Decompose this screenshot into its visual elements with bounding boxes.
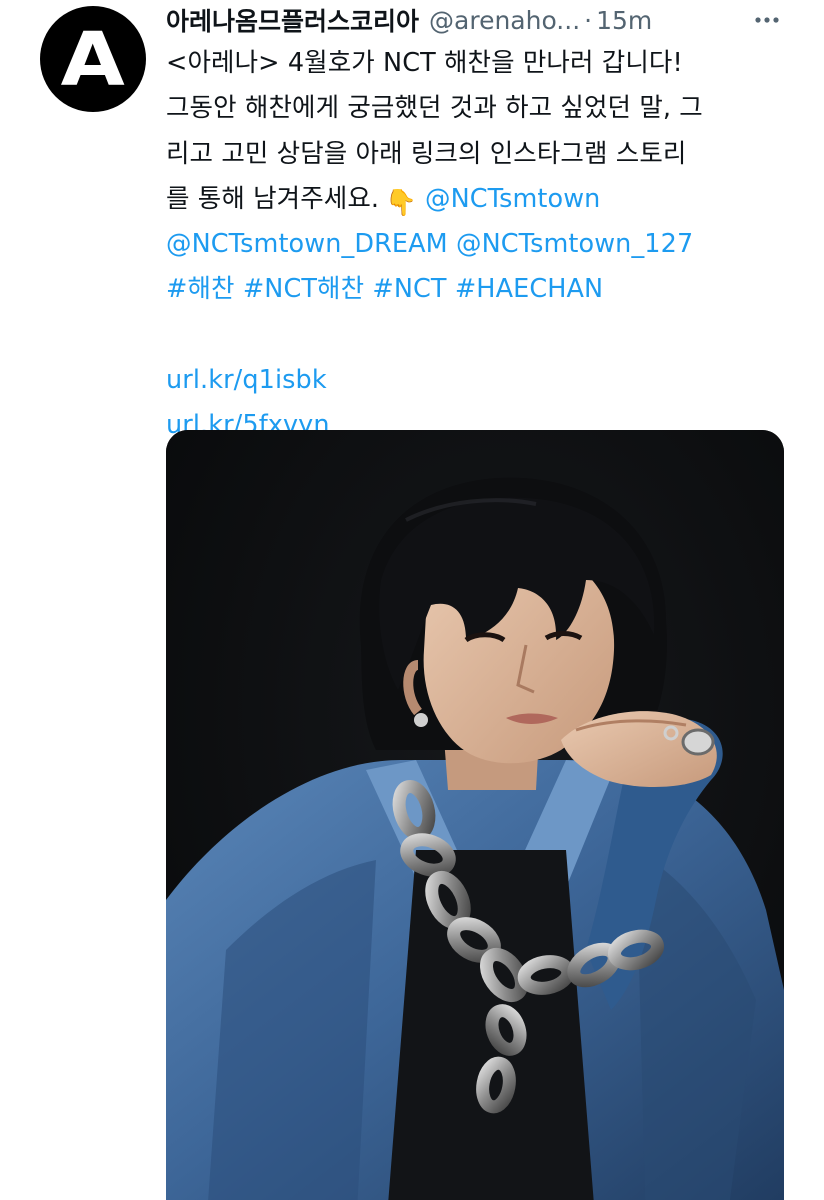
separator-dot: · (584, 5, 593, 35)
tweet-timestamp[interactable]: 15m (596, 6, 652, 35)
tweet-line: 그동안 해찬에게 궁금했던 것과 하고 싶었던 말, 그 (166, 93, 703, 124)
more-options-button[interactable] (752, 6, 782, 34)
hashtag-link[interactable]: #HAECHAN (455, 274, 603, 304)
tweet-photo[interactable] (166, 430, 784, 1200)
tweet[interactable]: A 아레나옴므플러스코리아 @arenaho... · 15m <아레나> 4월… (0, 0, 824, 1200)
photo-illustration (166, 430, 784, 1200)
user-handle[interactable]: @arenaho... (429, 6, 580, 35)
display-name[interactable]: 아레나옴므플러스코리아 (166, 2, 419, 38)
avatar-letter: A (60, 17, 126, 103)
mention-link[interactable]: @NCTsmtown_DREAM (166, 229, 448, 259)
avatar[interactable]: A (40, 6, 146, 112)
hashtag-link[interactable]: #해찬 (166, 274, 235, 304)
more-icon (754, 16, 780, 24)
tweet-line: url.kr/q1isbk (166, 358, 796, 403)
tweet-header: 아레나옴므플러스코리아 @arenaho... · 15m (166, 2, 782, 38)
tweet-line: @NCTsmtown_DREAM @NCTsmtown_127 (166, 222, 796, 267)
tweet-line: 를 통해 남겨주세요. 👇 @NCTsmtown (166, 177, 796, 222)
mention-link[interactable]: @NCTsmtown_127 (456, 229, 693, 259)
mention-link[interactable]: @NCTsmtown (425, 184, 600, 214)
tweet-line-text: 를 통해 남겨주세요. (166, 183, 380, 214)
tweet-line: #해찬 #NCT해찬 #NCT #HAECHAN (166, 267, 796, 312)
pointing-down-icon: 👇 (385, 187, 417, 218)
hashtag-link[interactable]: #NCT해찬 (243, 274, 364, 304)
tweet-line: 리고 고민 상담을 아래 링크의 인스타그램 스토리 (166, 138, 687, 169)
tweet-text: <아레나> 4월호가 NCT 해찬을 만나러 갑니다! 그동안 해찬에게 궁금했… (166, 41, 796, 449)
url-link[interactable]: url.kr/q1isbk (166, 365, 327, 395)
tweet-line: <아레나> 4월호가 NCT 해찬을 만나러 갑니다! (166, 48, 683, 78)
hashtag-link[interactable]: #NCT (372, 274, 446, 304)
